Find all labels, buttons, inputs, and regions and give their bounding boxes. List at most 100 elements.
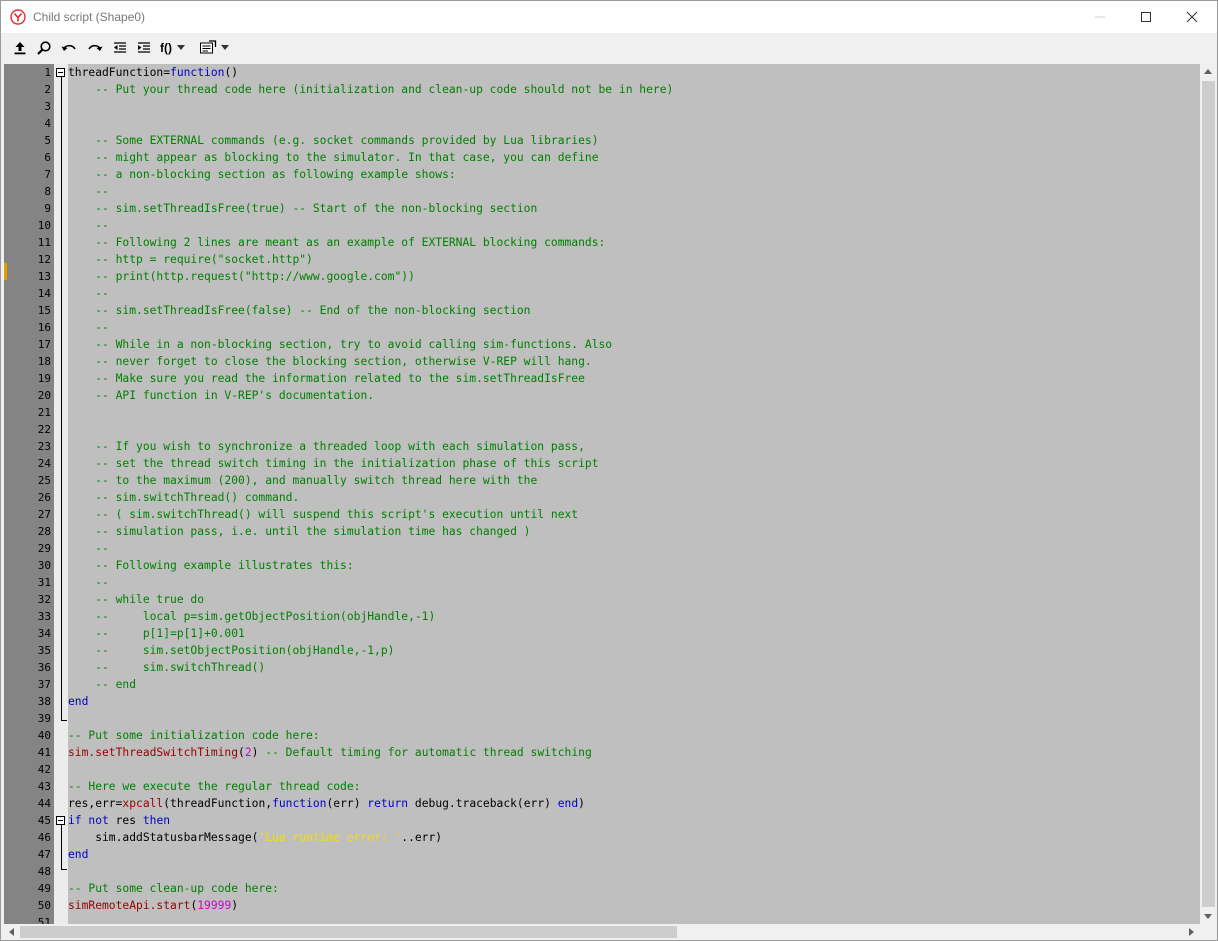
code-line[interactable]: 36 -- sim.switchThread() (4, 659, 1200, 676)
title-bar[interactable]: Child script (Shape0) (1, 1, 1217, 33)
code-text: if not res then (68, 812, 170, 829)
line-number: 23 (37, 440, 51, 453)
code-token-comment: -- Default timing for automatic thread s… (265, 746, 592, 759)
code-line[interactable]: 17 -- While in a non-blocking section, t… (4, 336, 1200, 353)
code-line[interactable]: 44 res,err=xpcall(threadFunction,function… (4, 795, 1200, 812)
code-line[interactable]: 28 -- simulation pass, i.e. until the si… (4, 523, 1200, 540)
code-line[interactable]: 45 if not res then (4, 812, 1200, 829)
code-line[interactable]: 22 (4, 421, 1200, 438)
code-line[interactable]: 14 -- (4, 285, 1200, 302)
code-line[interactable]: 15 -- sim.setThreadIsFree(false) -- End … (4, 302, 1200, 319)
code-line[interactable]: 3 (4, 98, 1200, 115)
code-line[interactable]: 2 -- Put your thread code here (initiali… (4, 81, 1200, 98)
code-line[interactable]: 37 -- end (4, 676, 1200, 693)
code-line[interactable]: 48 (4, 863, 1200, 880)
code-line[interactable]: 19 -- Make sure you read the information… (4, 370, 1200, 387)
code-line[interactable]: 23 -- If you wish to synchronize a threa… (4, 438, 1200, 455)
line-number: 27 (37, 508, 51, 521)
code-token-keyword: end (68, 848, 89, 861)
code-line[interactable]: 34 -- p[1]=p[1]+0.001 (4, 625, 1200, 642)
code-line[interactable]: 12 -- http = require("socket.http") (4, 251, 1200, 268)
code-line[interactable]: 6 -- might appear as blocking to the sim… (4, 149, 1200, 166)
code-line[interactable]: 8 -- (4, 183, 1200, 200)
indent-button[interactable] (135, 39, 153, 57)
code-editor[interactable]: 1 threadFunction=function() 2 -- Put your … (4, 64, 1200, 924)
line-number: 43 (37, 780, 51, 793)
code-line[interactable]: 27 -- ( sim.switchThread() will suspend … (4, 506, 1200, 523)
code-line[interactable]: 30 -- Following example illustrates this… (4, 557, 1200, 574)
function-list-button[interactable]: f() (160, 39, 194, 57)
code-line[interactable]: 20 -- API function in V-REP's documentat… (4, 387, 1200, 404)
code-text: sim.addStatusbarMessage('Lua runtime err… (68, 829, 442, 846)
outdent-button[interactable] (111, 39, 129, 57)
vertical-scrollbar[interactable] (1200, 64, 1217, 924)
close-button[interactable] (1169, 1, 1215, 33)
code-text: -- Make sure you read the information re… (68, 370, 585, 387)
code-line[interactable]: 41 sim.setThreadSwitchTiming(2) -- Defaul… (4, 744, 1200, 761)
code-line[interactable]: 31 -- (4, 574, 1200, 591)
editor-toolbar: f() (1, 34, 1217, 63)
code-line[interactable]: 7 -- a non-blocking section as following… (4, 166, 1200, 183)
code-line[interactable]: 4 (4, 115, 1200, 132)
line-number: 30 (37, 559, 51, 572)
code-line[interactable]: 21 (4, 404, 1200, 421)
code-token-comment: -- (68, 287, 109, 300)
scroll-right-icon[interactable] (1189, 928, 1194, 936)
code-line[interactable]: 16 -- (4, 319, 1200, 336)
code-token-plain: res,err= (68, 797, 123, 810)
code-line[interactable]: 51 (4, 914, 1200, 924)
line-number: 4 (44, 117, 51, 130)
code-line[interactable]: 11 -- Following 2 lines are meant as an … (4, 234, 1200, 251)
scroll-down-icon[interactable] (1204, 914, 1212, 919)
outdent-icon (114, 42, 126, 53)
code-line[interactable]: 35 -- sim.setObjectPosition(objHandle,-1… (4, 642, 1200, 659)
scroll-left-icon[interactable] (9, 928, 14, 936)
code-text: -- sim.setObjectPosition(objHandle,-1,p) (68, 642, 394, 659)
horizontal-scrollbar[interactable] (4, 924, 1200, 940)
code-line[interactable]: 47 end (4, 846, 1200, 863)
code-line[interactable]: 50 simRemoteApi.start(19999) (4, 897, 1200, 914)
code-token-keyword: end (68, 695, 89, 708)
code-line[interactable]: 49 -- Put some clean-up code here: (4, 880, 1200, 897)
code-token-comment: -- (68, 185, 109, 198)
undo-button[interactable] (59, 39, 79, 57)
redo-icon (88, 44, 103, 51)
code-line[interactable]: 9 -- sim.setThreadIsFree(true) -- Start … (4, 200, 1200, 217)
code-line[interactable]: 26 -- sim.switchThread() command. (4, 489, 1200, 506)
code-line[interactable]: 24 -- set the thread switch timing in th… (4, 455, 1200, 472)
maximize-button[interactable] (1123, 1, 1169, 33)
snippets-button[interactable] (199, 39, 231, 57)
code-line[interactable]: 10 -- (4, 217, 1200, 234)
minimize-button[interactable] (1077, 1, 1123, 33)
code-line[interactable]: 5 -- Some EXTERNAL commands (e.g. socket… (4, 132, 1200, 149)
scrollbar-corner (1200, 924, 1217, 940)
code-token-comment: -- while true do (68, 593, 205, 606)
search-button[interactable] (35, 39, 53, 57)
code-text: -- Put some initialization code here: (68, 727, 320, 744)
code-line[interactable]: 18 -- never forget to close the blocking… (4, 353, 1200, 370)
code-line[interactable]: 38 end (4, 693, 1200, 710)
code-line[interactable]: 32 -- while true do (4, 591, 1200, 608)
upload-button[interactable] (11, 39, 29, 57)
code-line[interactable]: 29 -- (4, 540, 1200, 557)
code-line[interactable]: 39 (4, 710, 1200, 727)
line-number: 45 (37, 814, 51, 827)
code-line[interactable]: 25 -- to the maximum (200), and manually… (4, 472, 1200, 489)
code-line[interactable]: 13 -- print(http.request("http://www.goo… (4, 268, 1200, 285)
horizontal-scroll-thumb[interactable] (20, 926, 677, 938)
line-number: 25 (37, 474, 51, 487)
code-token-plain: ) (231, 899, 239, 912)
line-number: 5 (44, 134, 51, 147)
code-line[interactable]: 33 -- local p=sim.getObjectPosition(objH… (4, 608, 1200, 625)
scroll-up-icon[interactable] (1204, 69, 1212, 74)
code-line[interactable]: 1 threadFunction=function() (4, 64, 1200, 81)
code-line[interactable]: 42 (4, 761, 1200, 778)
code-line[interactable]: 46 sim.addStatusbarMessage('Lua runtime … (4, 829, 1200, 846)
redo-button[interactable] (85, 39, 105, 57)
vertical-scroll-thumb[interactable] (1202, 81, 1215, 907)
code-line[interactable]: 43 -- Here we execute the regular thread … (4, 778, 1200, 795)
code-token-comment: -- ( sim.switchThread() will suspend thi… (68, 508, 579, 521)
code-line[interactable]: 40 -- Put some initialization code here: (4, 727, 1200, 744)
line-number: 37 (37, 678, 51, 691)
code-token-comment: -- (68, 219, 109, 232)
